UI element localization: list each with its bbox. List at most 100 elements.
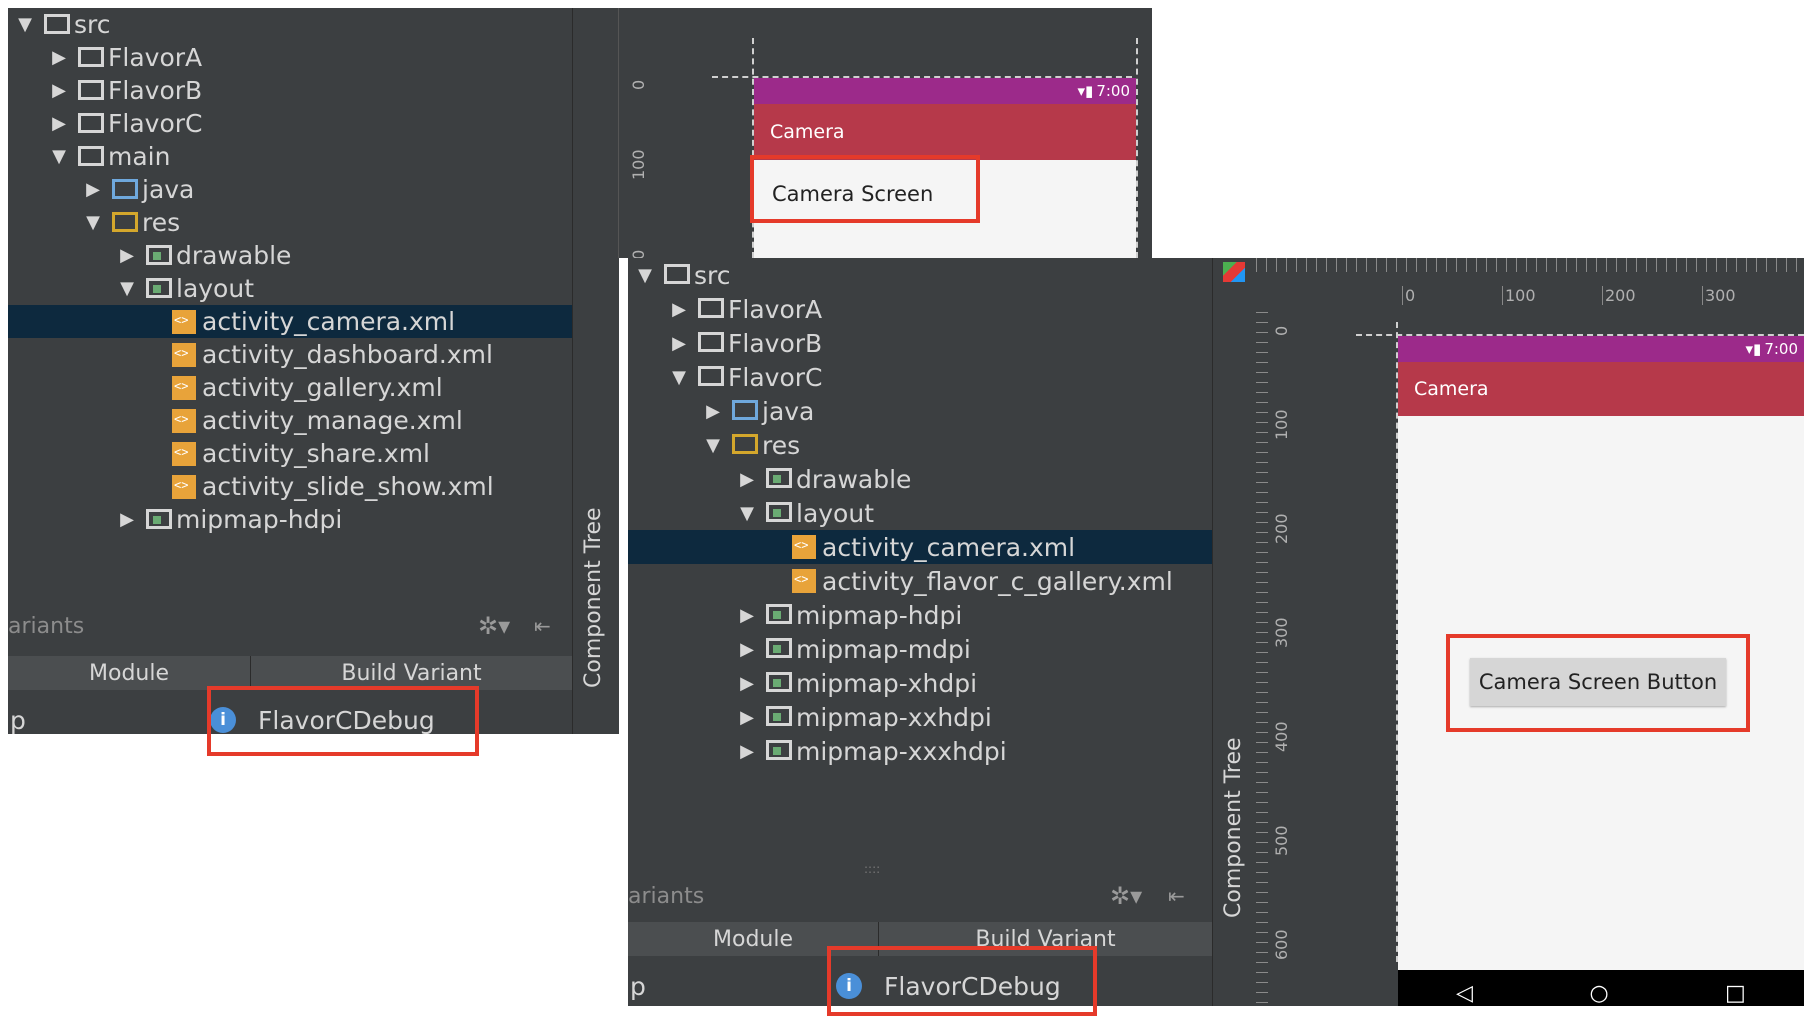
right-tree-row[interactable]: ▶ FlavorB xyxy=(628,326,1212,360)
right-tree-row[interactable]: ▼ src xyxy=(628,258,1212,292)
right-tree-row[interactable]: ▼ layout xyxy=(628,496,1212,530)
gear-icon[interactable]: ✲▾ xyxy=(478,612,510,640)
ruler-v-400: 400 xyxy=(1272,721,1291,752)
folder-icon xyxy=(664,264,690,284)
right-nav-bar: ◁ ○ □ xyxy=(1398,970,1804,1006)
left-project-tree: ▼ src ▶ FlavorA ▶ FlavorB ▶ FlavorC ▼ main ▶ java ▼ r… xyxy=(8,8,572,598)
expanded-arrow-icon[interactable]: ▼ xyxy=(668,367,690,388)
expanded-arrow-icon[interactable]: ▼ xyxy=(14,14,36,35)
right-component-tree-strip: Component Tree xyxy=(1212,258,1257,1006)
left-highlight-camera-screen xyxy=(750,155,980,223)
left-tree-row[interactable]: ▶ FlavorA xyxy=(8,41,572,74)
pin-icon[interactable]: ⇤ xyxy=(1168,884,1185,908)
collapsed-arrow-icon[interactable]: ▶ xyxy=(736,639,758,660)
collapsed-arrow-icon[interactable]: ▶ xyxy=(668,299,690,320)
left-tree-row[interactable]: ▶ FlavorB xyxy=(8,74,572,107)
left-build-variant-column-header[interactable]: Build Variant xyxy=(251,656,572,690)
back-icon[interactable]: ◁ xyxy=(1456,981,1473,1006)
right-tree-row[interactable]: ▼ res xyxy=(628,428,1212,462)
resource-folder-icon xyxy=(146,508,172,529)
left-tree-row[interactable]: ▼ main xyxy=(8,140,572,173)
right-project-tree: ▼ src ▶ FlavorA ▶ FlavorB ▼ FlavorC ▶ java ▼ res ▶ dr… xyxy=(628,258,1212,838)
collapsed-arrow-icon[interactable]: ▶ xyxy=(82,179,104,200)
right-tree-row[interactable]: ▼ FlavorC xyxy=(628,360,1212,394)
left-status-bar: ▾▮ 7:00 xyxy=(754,78,1136,104)
collapsed-arrow-icon[interactable]: ▶ xyxy=(116,245,138,266)
collapsed-arrow-icon[interactable]: ▶ xyxy=(116,509,138,530)
right-tree-row[interactable]: ▶ FlavorA xyxy=(628,292,1212,326)
left-tree-row[interactable]: activity_share.xml xyxy=(8,437,572,470)
right-tree-row[interactable]: activity_camera.xml xyxy=(628,530,1212,564)
left-tree-row[interactable]: activity_camera.xml xyxy=(8,305,572,338)
left-tree-label: mipmap-hdpi xyxy=(176,505,343,534)
right-tree-label: java xyxy=(762,396,815,426)
collapsed-arrow-icon[interactable]: ▶ xyxy=(736,605,758,626)
collapsed-arrow-icon[interactable]: ▶ xyxy=(668,333,690,354)
right-tree-row[interactable]: ▶ mipmap-hdpi xyxy=(628,598,1212,632)
collapsed-arrow-icon[interactable]: ▶ xyxy=(736,469,758,490)
expanded-arrow-icon[interactable]: ▼ xyxy=(48,146,70,167)
right-highlight-button xyxy=(1446,634,1750,732)
right-tree-row[interactable]: ▶ mipmap-xxxhdpi xyxy=(628,734,1212,768)
pin-icon[interactable]: ⇤ xyxy=(534,614,551,638)
palette-icon[interactable] xyxy=(1223,262,1245,282)
right-tree-row[interactable]: ▶ mipmap-xxhdpi xyxy=(628,700,1212,734)
ruler-v-500: 500 xyxy=(1272,825,1291,856)
resource-folder-icon xyxy=(766,740,792,760)
right-tree-row[interactable]: ▶ mipmap-mdpi xyxy=(628,632,1212,666)
left-tree-label: java xyxy=(142,175,195,204)
right-tree-row[interactable]: ▶ drawable xyxy=(628,462,1212,496)
resource-folder-icon xyxy=(766,468,792,488)
xml-file-icon xyxy=(792,535,816,559)
left-tree-row[interactable]: ▼ src xyxy=(8,8,572,41)
collapsed-arrow-icon[interactable]: ▶ xyxy=(736,707,758,728)
home-icon[interactable]: ○ xyxy=(1589,981,1608,1006)
left-ruler-label-0: 0 xyxy=(629,79,648,90)
left-module-name: p xyxy=(10,705,26,735)
left-highlight-build-variant xyxy=(207,686,479,756)
left-build-variants-title: ariants xyxy=(8,613,85,639)
ruler-h-300: 300 xyxy=(1702,286,1736,305)
left-tree-row[interactable]: ▶ java xyxy=(8,173,572,206)
recent-apps-icon[interactable]: □ xyxy=(1725,981,1746,1006)
collapsed-arrow-icon[interactable]: ▶ xyxy=(736,741,758,762)
left-tree-row[interactable]: ▶ mipmap-hdpi xyxy=(8,503,572,536)
collapsed-arrow-icon[interactable]: ▶ xyxy=(736,673,758,694)
right-component-tree-label[interactable]: Component Tree xyxy=(1221,737,1246,918)
left-tree-label: FlavorA xyxy=(108,43,203,72)
folder-icon xyxy=(78,79,104,100)
left-component-tree-label[interactable]: Component Tree xyxy=(581,507,606,688)
resize-grip[interactable]: :::: xyxy=(864,862,880,876)
right-tree-row[interactable]: ▶ mipmap-xhdpi xyxy=(628,666,1212,700)
right-tree-row[interactable]: ▶ java xyxy=(628,394,1212,428)
expanded-arrow-icon[interactable]: ▼ xyxy=(116,278,138,299)
expanded-arrow-icon[interactable]: ▼ xyxy=(634,265,656,286)
left-tree-row[interactable]: activity_manage.xml xyxy=(8,404,572,437)
folder-icon xyxy=(698,366,724,386)
collapsed-arrow-icon[interactable]: ▶ xyxy=(48,80,70,101)
left-tree-row[interactable]: activity_dashboard.xml xyxy=(8,338,572,371)
expanded-arrow-icon[interactable]: ▼ xyxy=(82,212,104,233)
left-tree-label: FlavorC xyxy=(108,109,203,138)
collapsed-arrow-icon[interactable]: ▶ xyxy=(48,47,70,68)
left-tree-row[interactable]: ▼ res xyxy=(8,206,572,239)
ruler-h-200: 200 xyxy=(1602,286,1636,305)
expanded-arrow-icon[interactable]: ▼ xyxy=(702,435,724,456)
left-tree-row[interactable]: activity_gallery.xml xyxy=(8,371,572,404)
res-folder-icon xyxy=(112,211,138,232)
left-tree-label: layout xyxy=(176,274,255,303)
left-tree-label: activity_share.xml xyxy=(202,439,430,468)
xml-file-icon xyxy=(172,309,196,334)
left-tree-row[interactable]: ▶ drawable xyxy=(8,239,572,272)
expanded-arrow-icon[interactable]: ▼ xyxy=(736,503,758,524)
left-tree-row[interactable]: ▼ layout xyxy=(8,272,572,305)
right-horizontal-ruler: 0 100 200 300 xyxy=(1256,258,1804,312)
collapsed-arrow-icon[interactable]: ▶ xyxy=(48,113,70,134)
gear-icon[interactable]: ✲▾ xyxy=(1110,882,1142,910)
right-tree-row[interactable]: activity_flavor_c_gallery.xml xyxy=(628,564,1212,598)
left-tree-row[interactable]: activity_slide_show.xml xyxy=(8,470,572,503)
left-module-column-header[interactable]: Module xyxy=(8,656,251,690)
collapsed-arrow-icon[interactable]: ▶ xyxy=(702,401,724,422)
left-tree-row[interactable]: ▶ FlavorC xyxy=(8,107,572,140)
left-tree-label: res xyxy=(142,208,181,237)
